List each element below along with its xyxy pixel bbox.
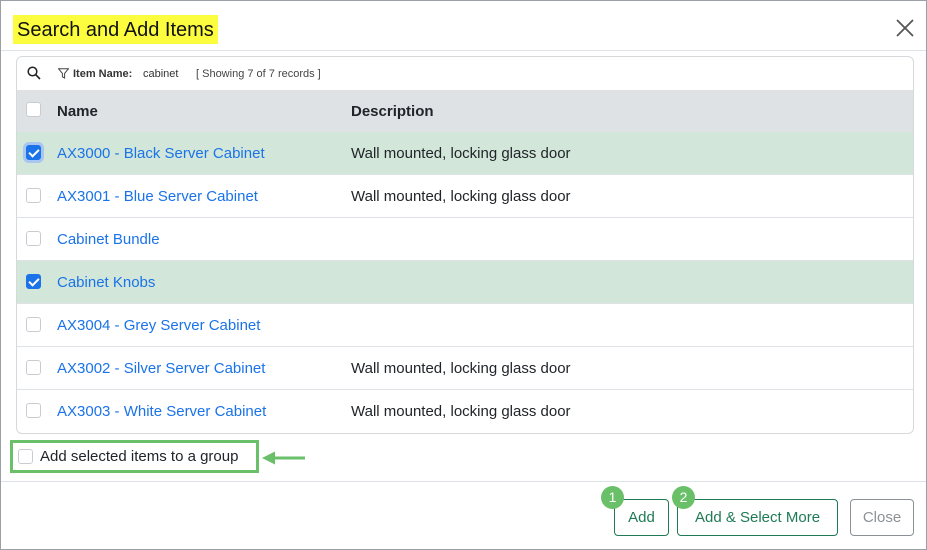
table-row[interactable]: AX3000 - Black Server Cabinet Wall mount… xyxy=(17,131,913,174)
table-row[interactable]: AX3003 - White Server Cabinet Wall mount… xyxy=(17,389,913,432)
select-all-checkbox[interactable] xyxy=(26,102,41,117)
add-to-group-checkbox[interactable] xyxy=(18,449,33,464)
row-checkbox[interactable] xyxy=(26,145,41,160)
close-button[interactable]: Close xyxy=(850,499,914,536)
item-description: Wall mounted, locking glass door xyxy=(351,403,571,420)
row-checkbox[interactable] xyxy=(26,403,41,418)
add-select-more-button[interactable]: Add & Select More xyxy=(677,499,838,536)
table-row[interactable]: AX3002 - Silver Server Cabinet Wall moun… xyxy=(17,346,913,389)
filter-bar: Item Name: cabinet [ Showing 7 of 7 reco… xyxy=(17,57,913,90)
item-description: Wall mounted, locking glass door xyxy=(351,360,571,377)
dialog-footer: Add Add & Select More Close xyxy=(1,481,926,549)
item-name-link[interactable]: AX3000 - Black Server Cabinet xyxy=(57,145,265,162)
column-header-description[interactable]: Description xyxy=(351,103,434,120)
row-checkbox[interactable] xyxy=(26,188,41,203)
record-count: [ Showing 7 of 7 records ] xyxy=(196,68,321,80)
filter-label: Item Name: xyxy=(73,68,133,80)
add-to-group-option[interactable]: Add selected items to a group xyxy=(10,440,259,473)
grid-header: Name Description xyxy=(17,90,913,131)
row-checkbox[interactable] xyxy=(26,231,41,246)
item-name-link[interactable]: Cabinet Bundle xyxy=(57,231,160,248)
dialog-title: Search and Add Items xyxy=(13,15,218,44)
close-icon[interactable] xyxy=(894,17,916,39)
column-header-name[interactable]: Name xyxy=(57,103,98,120)
step-badge-2: 2 xyxy=(672,486,695,509)
step-badge-1: 1 xyxy=(601,486,624,509)
item-description: Wall mounted, locking glass door xyxy=(351,145,571,162)
item-name-link[interactable]: Cabinet Knobs xyxy=(57,274,155,291)
table-row[interactable]: AX3004 - Grey Server Cabinet xyxy=(17,303,913,346)
dialog-header: Search and Add Items xyxy=(1,1,926,51)
item-name-link[interactable]: AX3001 - Blue Server Cabinet xyxy=(57,188,258,205)
item-name-link[interactable]: AX3004 - Grey Server Cabinet xyxy=(57,317,260,334)
filter-icon[interactable] xyxy=(58,68,69,79)
filter-value[interactable]: cabinet xyxy=(143,68,178,80)
search-icon[interactable] xyxy=(27,66,41,80)
items-grid: Item Name: cabinet [ Showing 7 of 7 reco… xyxy=(16,56,914,434)
add-button[interactable]: Add xyxy=(614,499,669,536)
row-checkbox[interactable] xyxy=(26,360,41,375)
row-checkbox[interactable] xyxy=(26,274,41,289)
search-add-items-dialog: Search and Add Items Item Name: cabinet … xyxy=(0,0,927,550)
item-description: Wall mounted, locking glass door xyxy=(351,188,571,205)
table-row[interactable]: Cabinet Knobs xyxy=(17,260,913,303)
add-to-group-label[interactable]: Add selected items to a group xyxy=(40,448,238,465)
item-name-link[interactable]: AX3003 - White Server Cabinet xyxy=(57,403,266,420)
row-checkbox[interactable] xyxy=(26,317,41,332)
table-row[interactable]: AX3001 - Blue Server Cabinet Wall mounte… xyxy=(17,174,913,217)
table-row[interactable]: Cabinet Bundle xyxy=(17,217,913,260)
item-name-link[interactable]: AX3002 - Silver Server Cabinet xyxy=(57,360,265,377)
annotation-arrow-icon xyxy=(262,451,305,465)
